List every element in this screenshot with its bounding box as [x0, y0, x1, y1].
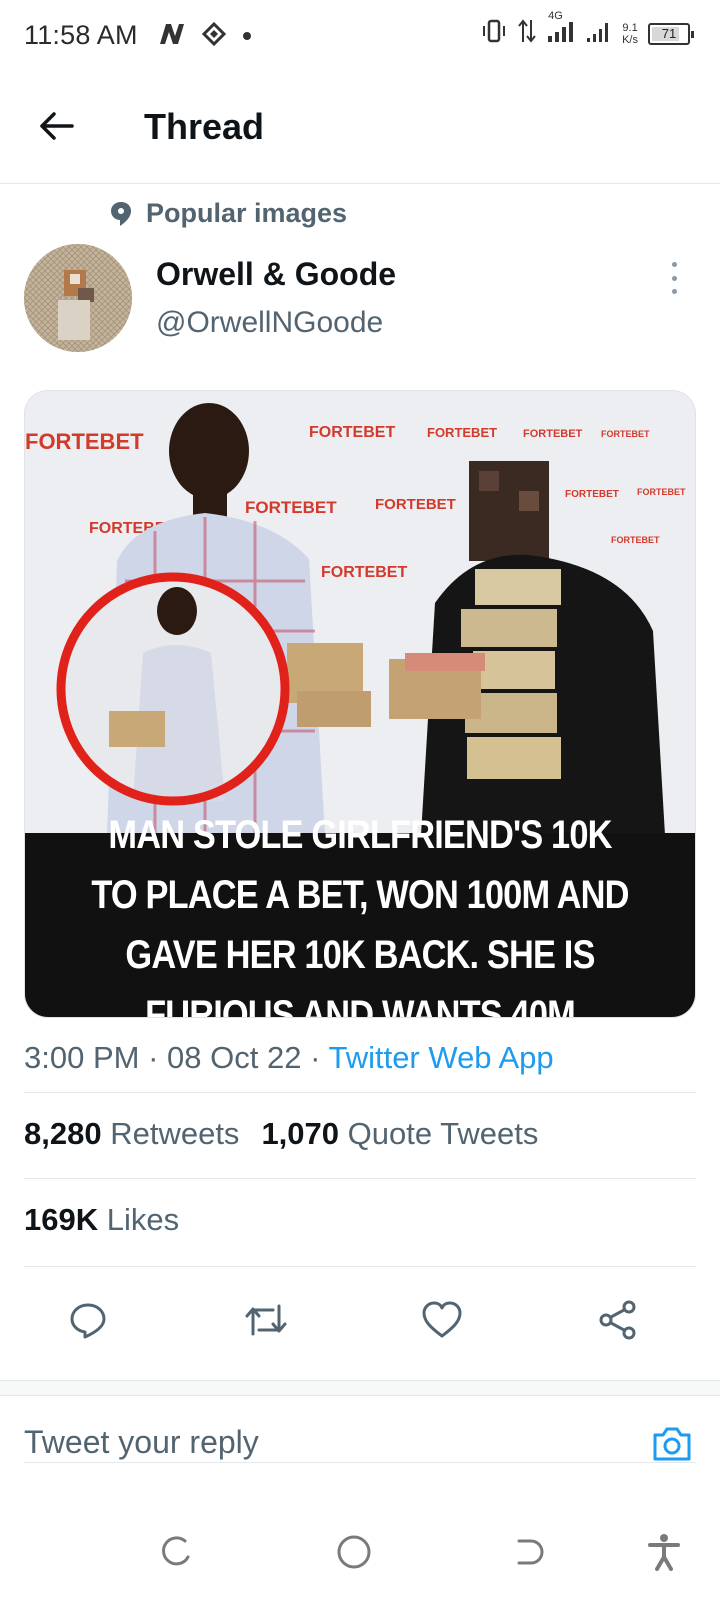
retweets-stat[interactable]: 8,280 Retweets: [24, 1116, 239, 1152]
section-divider: [0, 1380, 720, 1396]
reply-button[interactable]: [58, 1290, 118, 1350]
divider: [24, 1178, 696, 1179]
social-context[interactable]: Popular images: [110, 198, 347, 229]
home-circle-icon: [337, 1535, 371, 1569]
speech-bubble-icon: [111, 201, 131, 226]
tweet-actions: [24, 1290, 696, 1358]
signal-icon-2: [586, 18, 612, 49]
thread-header: Thread: [0, 72, 720, 184]
more-dot-icon: [671, 262, 677, 267]
add-photo-button[interactable]: [648, 1420, 696, 1468]
data-arrows-icon: [518, 18, 536, 49]
svg-text:FORTEBET: FORTEBET: [601, 429, 650, 439]
notification-n-icon: [158, 22, 186, 51]
svg-text:FORTEBET: FORTEBET: [25, 429, 144, 454]
reply-input[interactable]: Tweet your reply: [24, 1424, 259, 1461]
recents-button[interactable]: [152, 1528, 200, 1576]
accessibility-button[interactable]: [640, 1528, 688, 1576]
network-speed: 9.1 K/s: [622, 22, 638, 46]
arrow-left-icon: [40, 112, 74, 140]
accessibility-icon: [648, 1534, 680, 1571]
camera-icon: [653, 1427, 691, 1461]
source-app-link[interactable]: Twitter Web App: [328, 1040, 553, 1075]
home-button[interactable]: [330, 1528, 378, 1576]
image-caption-text: MAN STOLE GIRLFRIEND'S 10K TO PLACE A BE…: [91, 813, 629, 1018]
svg-text:FORTEBET: FORTEBET: [611, 535, 660, 545]
likes-stat[interactable]: 169K Likes: [24, 1202, 179, 1238]
back-button[interactable]: [34, 104, 78, 148]
tweet-meta: 3:00 PM · 08 Oct 22 · Twitter Web App: [24, 1040, 554, 1076]
back-nav-icon: [517, 1539, 544, 1565]
svg-text:FORTEBET: FORTEBET: [427, 425, 497, 440]
divider: [24, 1462, 696, 1463]
retweets-label: Retweets: [110, 1116, 240, 1151]
more-dot-icon: [671, 275, 677, 281]
image-photo: FORTEBET FORTEBET FORTEBET FORTEBET FORT…: [25, 391, 695, 835]
back-nav-button[interactable]: [506, 1528, 554, 1576]
svg-text:FORTEBET: FORTEBET: [637, 487, 686, 497]
engagement-stats: 8,280 Retweets 1,070 Quote Tweets: [24, 1116, 538, 1152]
reply-icon: [70, 1303, 106, 1339]
retweets-count: 8,280: [24, 1116, 102, 1151]
more-options-button[interactable]: [664, 262, 684, 294]
app-notification-icon: [201, 21, 227, 51]
system-nav-bar: [0, 1500, 720, 1600]
quotes-count: 1,070: [261, 1116, 340, 1151]
quote-tweets-stat[interactable]: 1,070 Quote Tweets: [261, 1116, 538, 1152]
inset-highlight: [56, 572, 290, 806]
avatar[interactable]: [24, 244, 132, 352]
svg-text:FORTEBET: FORTEBET: [523, 428, 583, 440]
svg-text:FORTEBET: FORTEBET: [565, 489, 619, 500]
battery-level: 71: [661, 25, 677, 41]
meta-separator: ·: [148, 1040, 159, 1075]
tweet-date: 08 Oct 22: [167, 1040, 302, 1075]
svg-text:FORTEBET: FORTEBET: [245, 498, 337, 517]
tweet-image[interactable]: FORTEBET FORTEBET FORTEBET FORTEBET FORT…: [24, 390, 696, 1018]
tweet-time: 3:00 PM: [24, 1040, 140, 1075]
dot-icon: [242, 28, 252, 46]
svg-text:FORTEBET: FORTEBET: [309, 424, 395, 441]
author-handle[interactable]: @OrwellNGoode: [156, 306, 383, 340]
quotes-label: Quote Tweets: [347, 1116, 539, 1151]
image-caption: MAN STOLE GIRLFRIEND'S 10K TO PLACE A BE…: [25, 813, 695, 1017]
context-label: Popular images: [146, 198, 348, 228]
like-icon: [422, 1301, 462, 1338]
retweet-icon: [245, 1304, 287, 1336]
divider: [24, 1092, 696, 1093]
speed-unit: K/s: [622, 33, 638, 46]
signal-icon: 4G: [546, 10, 576, 49]
meta-separator: ·: [310, 1040, 321, 1075]
likes-label: Likes: [106, 1202, 180, 1237]
svg-text:FORTEBET: FORTEBET: [321, 564, 407, 581]
speed-value: 9.1: [622, 21, 638, 34]
author-name[interactable]: Orwell & Goode: [156, 256, 396, 293]
status-time: 11:58 AM: [24, 20, 138, 50]
status-bar: 11:58 AM 4G 9.1 K/s 71: [0, 0, 720, 72]
network-type-label: 4G: [548, 10, 563, 22]
like-button[interactable]: [412, 1290, 472, 1350]
more-dot-icon: [671, 289, 677, 294]
likes-count: 169K: [24, 1202, 99, 1237]
page-title: Thread: [144, 106, 265, 147]
retweet-button[interactable]: [236, 1290, 296, 1350]
recents-icon: [162, 1536, 190, 1566]
vibrate-icon: [480, 18, 508, 49]
divider: [24, 1266, 696, 1267]
status-left-icons: [158, 21, 252, 51]
svg-text:FORTEBET: FORTEBET: [375, 496, 456, 513]
share-icon: [599, 1300, 636, 1340]
share-button[interactable]: [588, 1290, 648, 1350]
status-right-icons: 4G 9.1 K/s 71: [480, 10, 694, 49]
battery-icon: 71: [648, 22, 694, 45]
likes-stats: 169K Likes: [24, 1202, 179, 1238]
